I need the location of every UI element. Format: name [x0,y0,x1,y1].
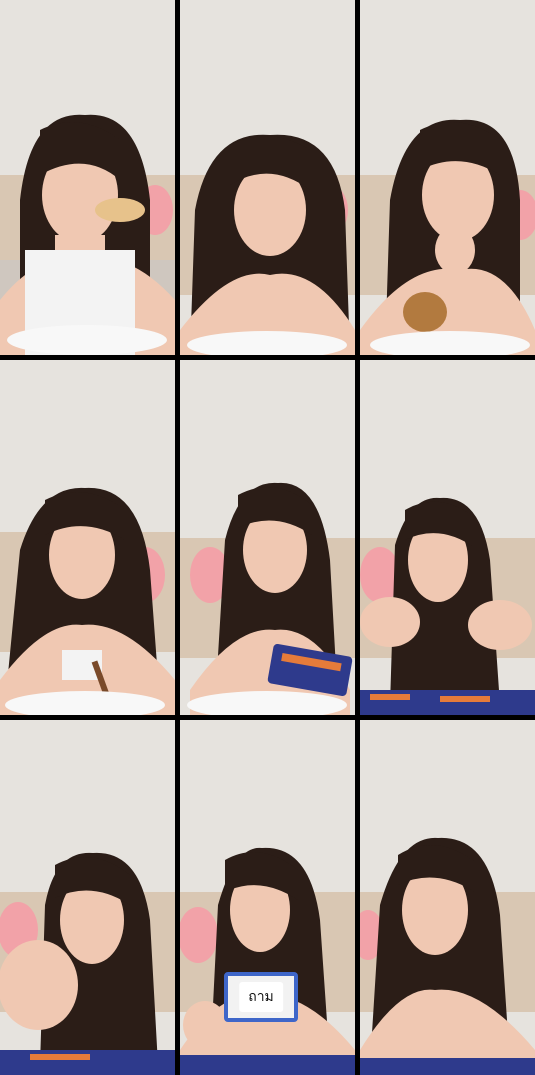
video-collage-grid: ถาม [0,0,535,1075]
frame-3-scene [360,0,535,355]
frame-8: ถาม [180,720,355,1075]
frame-4-scene [0,360,175,715]
card-text: ถาม [239,982,283,1012]
frame-6-scene [360,360,535,715]
frame-2 [180,0,355,355]
frame-4 [0,360,175,715]
frame-2-scene [180,0,355,355]
frame-5-scene [180,360,355,715]
frame-3 [360,0,535,355]
frame-9-scene [360,720,535,1075]
frame-1 [0,0,175,355]
frame-1-scene [0,0,175,355]
frame-6 [360,360,535,715]
frame-5 [180,360,355,715]
frame-7-scene [0,720,175,1075]
frame-9 [360,720,535,1075]
frame-7 [0,720,175,1075]
question-card: ถาม [224,972,298,1022]
